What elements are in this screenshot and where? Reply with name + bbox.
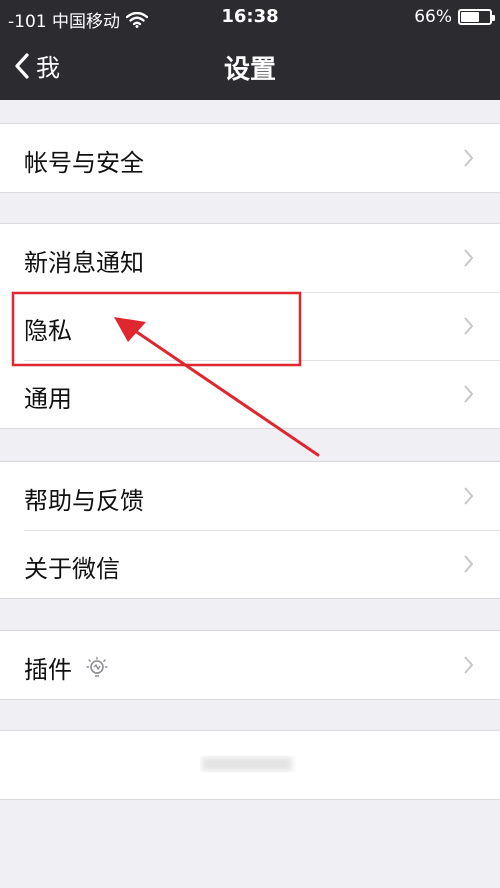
status-bar: -101 中国移动 16:38 66% xyxy=(0,0,500,34)
row-privacy[interactable]: 隐私 xyxy=(0,292,500,360)
row-notifications[interactable]: 新消息通知 xyxy=(0,224,500,292)
battery-status: 66% xyxy=(414,7,495,27)
row-label: 帐号与安全 xyxy=(24,149,144,177)
chevron-right-icon xyxy=(464,249,474,267)
row-label: 隐私 xyxy=(24,317,72,345)
lightbulb-icon xyxy=(86,656,108,677)
row-account-security[interactable]: 帐号与安全 xyxy=(0,124,500,192)
group-general: 新消息通知 隐私 通用 xyxy=(0,223,500,429)
row-logout[interactable] xyxy=(0,731,500,799)
group-account: 帐号与安全 xyxy=(0,123,500,193)
row-general[interactable]: 通用 xyxy=(0,360,500,428)
row-help-feedback[interactable]: 帮助与反馈 xyxy=(0,462,500,530)
row-plugins[interactable]: 插件 xyxy=(0,631,500,699)
chevron-right-icon xyxy=(464,487,474,505)
group-plugins: 插件 xyxy=(0,630,500,700)
battery-percent: 66% xyxy=(414,7,452,27)
row-label: 通用 xyxy=(24,385,72,413)
row-label: 新消息通知 xyxy=(24,249,144,277)
row-about[interactable]: 关于微信 xyxy=(0,530,500,598)
battery-icon xyxy=(458,9,495,25)
chevron-right-icon xyxy=(464,555,474,573)
row-label: 插件 xyxy=(24,656,72,684)
chevron-right-icon xyxy=(464,656,474,674)
chevron-right-icon xyxy=(464,317,474,335)
top-bar: -101 中国移动 16:38 66% 我 设置 xyxy=(0,0,500,100)
navigation-bar: 我 设置 xyxy=(0,34,500,100)
chevron-right-icon xyxy=(464,385,474,403)
group-help: 帮助与反馈 关于微信 xyxy=(0,461,500,599)
row-label: 帮助与反馈 xyxy=(24,487,144,515)
row-label: 关于微信 xyxy=(24,555,120,583)
chevron-right-icon xyxy=(464,149,474,167)
logout-group xyxy=(0,730,500,800)
blurred-text xyxy=(202,757,292,771)
page-title: 设置 xyxy=(223,55,276,85)
row-label-wrap: 插件 xyxy=(24,650,108,685)
